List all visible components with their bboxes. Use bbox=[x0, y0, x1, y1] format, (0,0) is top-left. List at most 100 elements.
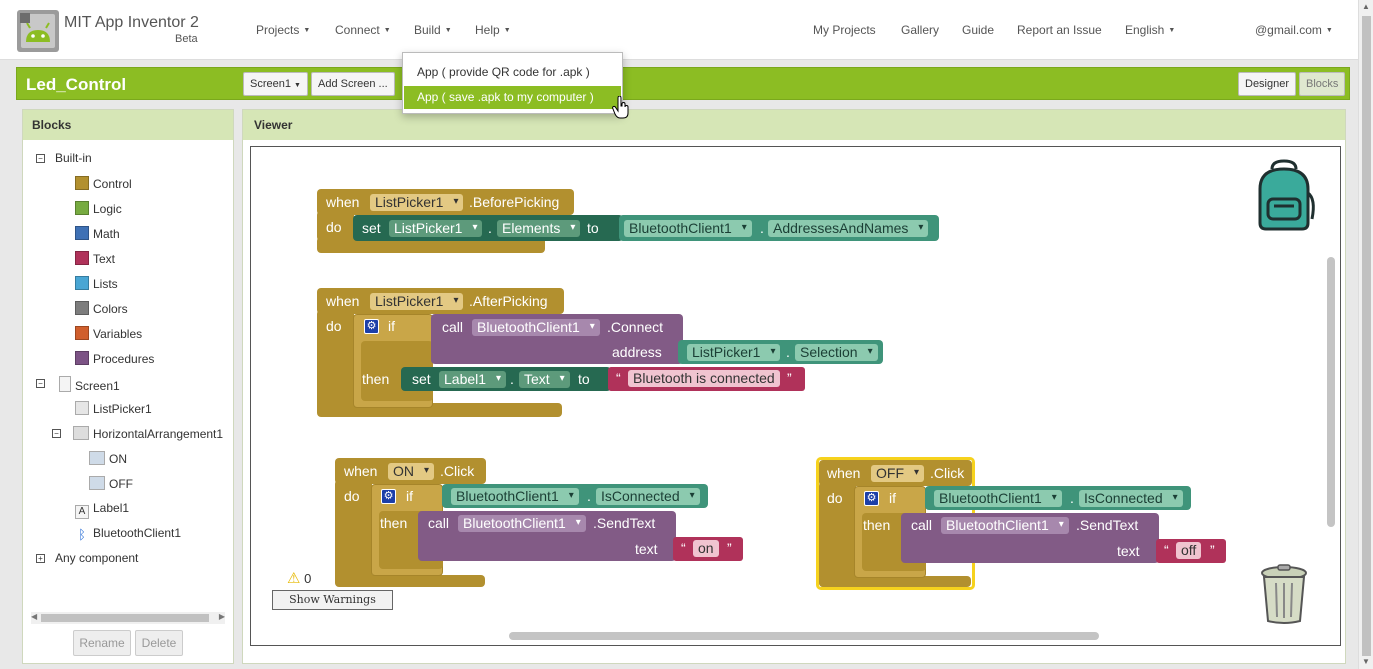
block-keyword-to: to bbox=[587, 220, 599, 236]
menu-item-build-save-apk[interactable]: App ( save .apk to my computer ) bbox=[404, 86, 621, 109]
show-warnings-button[interactable]: Show Warnings bbox=[272, 590, 393, 610]
scroll-right-icon[interactable]: ▶ bbox=[219, 612, 225, 621]
tree-item-horizontal-arrangement[interactable]: HorizontalArrangement1 bbox=[73, 426, 223, 441]
text-string-value[interactable]: off bbox=[1176, 542, 1202, 559]
component-dropdown[interactable]: BluetoothClient1 bbox=[451, 488, 579, 505]
expand-toggle-icon[interactable]: + bbox=[36, 554, 45, 563]
component-dropdown[interactable]: BluetoothClient1 bbox=[472, 319, 600, 336]
link-guide[interactable]: Guide bbox=[962, 23, 994, 37]
property-dropdown[interactable]: AddressesAndNames bbox=[768, 220, 929, 237]
page-vertical-scrollbar[interactable]: ▲ ▼ bbox=[1358, 0, 1373, 669]
gear-mutator-icon[interactable]: ⚙ bbox=[364, 319, 379, 334]
menu-build[interactable]: Build ▼ bbox=[414, 23, 452, 37]
warnings-indicator: ⚠ 0 bbox=[287, 569, 311, 587]
trash-icon[interactable] bbox=[1258, 563, 1310, 625]
menu-item-build-qr[interactable]: App ( provide QR code for .apk ) bbox=[404, 61, 621, 84]
tree-item-variables[interactable]: Variables bbox=[75, 326, 142, 341]
scrollbar-thumb[interactable] bbox=[41, 614, 209, 622]
collapse-toggle-icon[interactable]: − bbox=[52, 429, 61, 438]
property-dropdown[interactable]: Elements bbox=[497, 220, 581, 237]
rename-button[interactable]: Rename bbox=[73, 630, 131, 656]
blocks-tree-scrollbar[interactable]: ◀ ▶ bbox=[31, 612, 225, 624]
component-dropdown[interactable]: ListPicker1 bbox=[389, 220, 483, 237]
scrollbar-thumb[interactable] bbox=[1362, 16, 1371, 656]
warning-triangle-icon: ⚠ bbox=[287, 570, 301, 587]
text-string-block[interactable]: “ off ” bbox=[1156, 539, 1226, 563]
component-dropdown[interactable]: ListPicker1 bbox=[370, 194, 464, 211]
tree-item-screen1[interactable]: Screen1 bbox=[59, 376, 120, 393]
component-dropdown[interactable]: OFF bbox=[871, 465, 924, 482]
tree-item-colors[interactable]: Colors bbox=[75, 301, 128, 316]
tree-item-procedures[interactable]: Procedures bbox=[75, 351, 154, 366]
menu-language[interactable]: English ▼ bbox=[1125, 23, 1175, 37]
tree-item-lists[interactable]: Lists bbox=[75, 276, 118, 291]
tree-item-any-component[interactable]: Any component bbox=[55, 551, 138, 565]
app-inventor-logo-icon[interactable] bbox=[17, 10, 59, 52]
text-string-block[interactable]: “ on ” bbox=[673, 537, 743, 561]
component-dropdown[interactable]: BluetoothClient1 bbox=[934, 490, 1062, 507]
block-dot: . bbox=[510, 371, 514, 387]
property-dropdown[interactable]: Selection bbox=[795, 344, 878, 361]
tree-item-label: OFF bbox=[109, 477, 133, 491]
gear-mutator-icon[interactable]: ⚙ bbox=[864, 491, 879, 506]
tree-item-bluetoothclient1[interactable]: ᛒ BluetoothClient1 bbox=[75, 526, 181, 542]
block-keyword-set: set bbox=[412, 371, 431, 387]
component-dropdown[interactable]: BluetoothClient1 bbox=[458, 515, 586, 532]
component-dropdown[interactable]: ListPicker1 bbox=[370, 293, 464, 310]
scroll-left-icon[interactable]: ◀ bbox=[31, 612, 37, 621]
procedures-color-swatch bbox=[75, 351, 89, 365]
tree-item-logic[interactable]: Logic bbox=[75, 201, 122, 216]
scroll-up-icon[interactable]: ▲ bbox=[1362, 2, 1370, 11]
link-report-issue[interactable]: Report an Issue bbox=[1017, 23, 1102, 37]
tree-item-listpicker1[interactable]: ListPicker1 bbox=[75, 401, 152, 416]
blocks-button[interactable]: Blocks bbox=[1299, 72, 1346, 96]
link-gallery[interactable]: Gallery bbox=[901, 23, 939, 37]
screen-select[interactable]: Screen1 ▼ bbox=[243, 72, 308, 96]
component-dropdown[interactable]: ListPicker1 bbox=[687, 344, 781, 361]
menu-help[interactable]: Help ▼ bbox=[475, 23, 511, 37]
blocks-workspace[interactable]: when ListPicker1 .BeforePicking do set L… bbox=[250, 146, 1341, 646]
component-dropdown[interactable]: BluetoothClient1 bbox=[941, 517, 1069, 534]
text-string-block[interactable]: “ Bluetooth is connected ” bbox=[608, 367, 805, 391]
tree-item-control[interactable]: Control bbox=[75, 176, 132, 191]
tree-item-label: Label1 bbox=[93, 501, 130, 515]
component-dropdown[interactable]: BluetoothClient1 bbox=[624, 220, 752, 237]
quote-close: ” bbox=[1210, 542, 1215, 558]
designer-button[interactable]: Designer bbox=[1238, 72, 1297, 96]
tree-item-label1[interactable]: A Label1 bbox=[75, 501, 129, 519]
tree-item-text[interactable]: Text bbox=[75, 251, 115, 266]
block-keyword-when: when bbox=[326, 293, 360, 309]
component-dropdown[interactable]: ON bbox=[388, 463, 434, 480]
horizontal-arrangement-icon bbox=[73, 426, 89, 440]
property-dropdown[interactable]: IsConnected bbox=[1079, 490, 1183, 507]
label-icon: A bbox=[75, 505, 89, 519]
tree-item-off-button[interactable]: OFF bbox=[89, 476, 133, 491]
param-label-address: address bbox=[612, 344, 662, 360]
viewer-panel: Viewer when ListPicker1 .BeforePicking d… bbox=[242, 109, 1346, 664]
add-screen-button[interactable]: Add Screen ... bbox=[311, 72, 395, 96]
delete-button[interactable]: Delete bbox=[135, 630, 183, 656]
workspace-vertical-scrollbar[interactable] bbox=[1327, 257, 1335, 527]
backpack-icon[interactable] bbox=[1250, 159, 1318, 231]
block-dot: . bbox=[760, 220, 764, 236]
text-string-value[interactable]: on bbox=[693, 540, 719, 557]
tree-item-on-button[interactable]: ON bbox=[89, 451, 127, 466]
menu-connect-label: Connect bbox=[335, 23, 380, 37]
workspace-horizontal-scrollbar[interactable] bbox=[509, 632, 1099, 640]
gear-mutator-icon[interactable]: ⚙ bbox=[381, 489, 396, 504]
component-dropdown[interactable]: Label1 bbox=[439, 371, 507, 388]
property-dropdown[interactable]: Text bbox=[519, 371, 570, 388]
collapse-toggle-icon[interactable]: − bbox=[36, 154, 45, 163]
menu-connect[interactable]: Connect ▼ bbox=[335, 23, 391, 37]
scroll-down-icon[interactable]: ▼ bbox=[1362, 657, 1370, 666]
menu-projects[interactable]: Projects ▼ bbox=[256, 23, 310, 37]
collapse-toggle-icon[interactable]: − bbox=[36, 379, 45, 388]
menu-account[interactable]: @gmail.com ▼ bbox=[1195, 23, 1333, 37]
tree-item-math[interactable]: Math bbox=[75, 226, 120, 241]
tree-item-builtin[interactable]: Built-in bbox=[55, 151, 92, 165]
property-dropdown[interactable]: IsConnected bbox=[596, 488, 700, 505]
link-my-projects[interactable]: My Projects bbox=[813, 23, 876, 37]
text-string-value[interactable]: Bluetooth is connected bbox=[628, 370, 780, 387]
blocks-panel-title: Blocks bbox=[23, 110, 233, 140]
project-toolbar: Led_Control Screen1 ▼ Add Screen ... Des… bbox=[16, 67, 1350, 100]
